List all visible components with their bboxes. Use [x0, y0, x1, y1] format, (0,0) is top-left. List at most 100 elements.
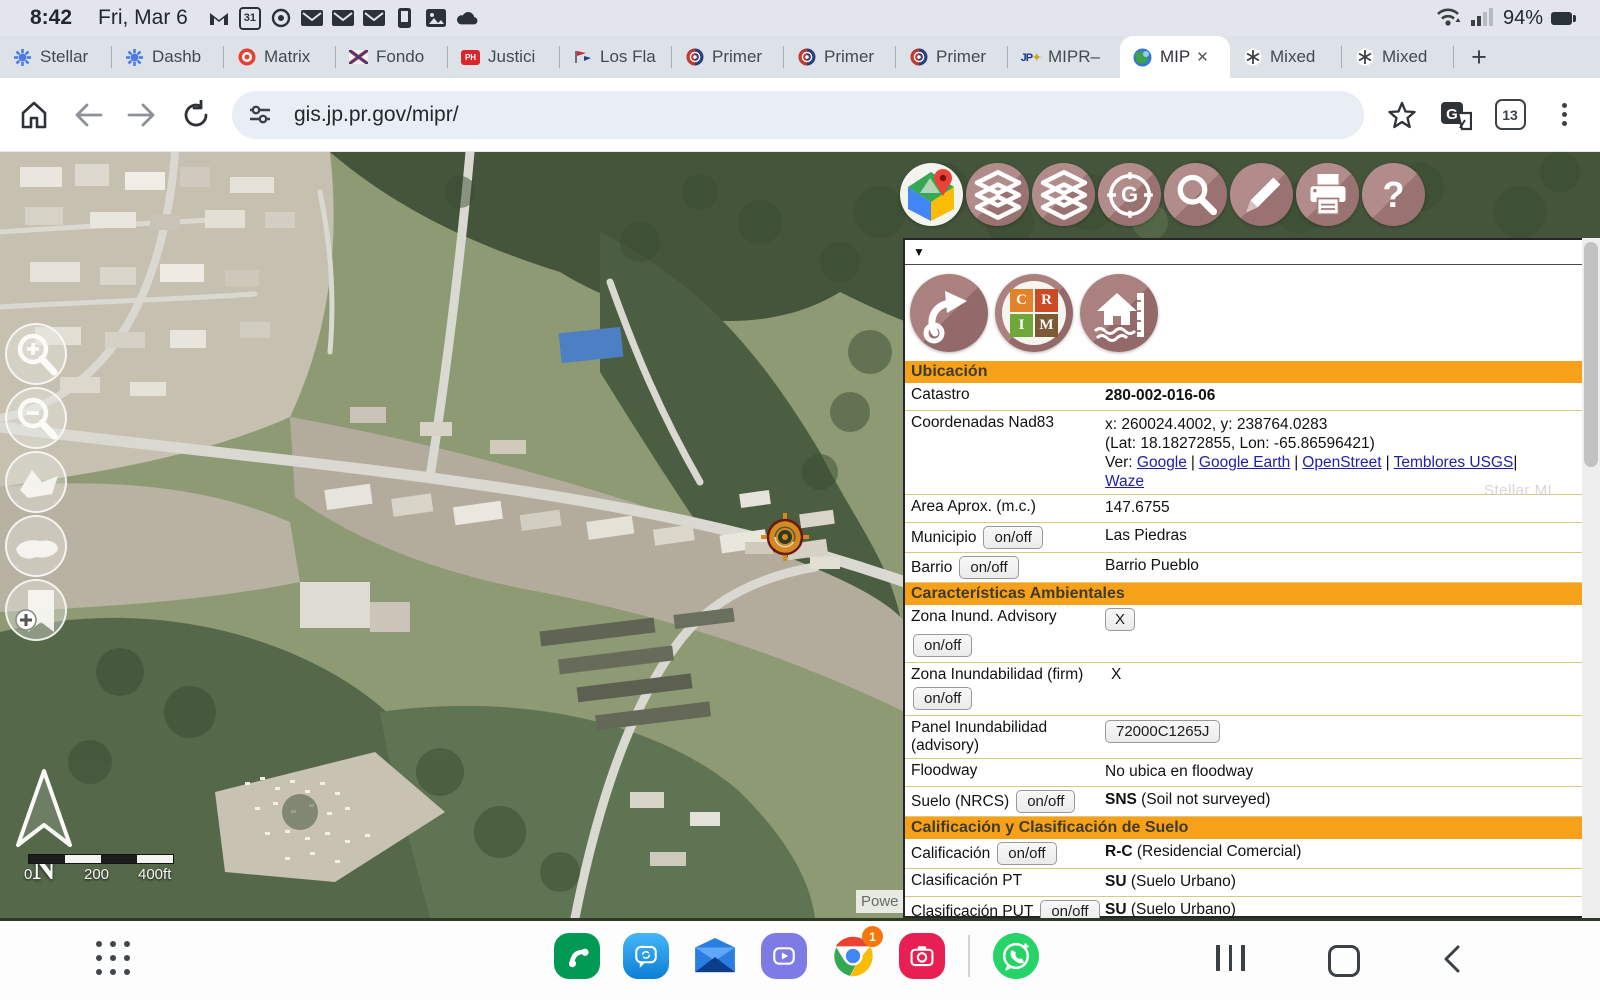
- map-area[interactable]: N 0 200 400ft Powe Stellar ML: [0, 152, 1600, 921]
- print-button[interactable]: [1296, 163, 1359, 226]
- flood-panel-button[interactable]: 72000C1265J: [1105, 720, 1220, 743]
- field-label: Barrio: [911, 559, 952, 577]
- tab-matrix[interactable]: Matrix: [224, 36, 336, 78]
- zoom-in-button[interactable]: [5, 323, 67, 385]
- municipio-toggle-button[interactable]: on/off: [983, 526, 1042, 549]
- recents-button[interactable]: [1216, 945, 1245, 971]
- jp-logo-icon: JP✦: [1021, 48, 1040, 67]
- row-calificacion: Calificación on/off R-C (Residencial Com…: [905, 839, 1582, 869]
- link-google[interactable]: Google: [1137, 454, 1187, 471]
- tab-label: Matrix: [264, 47, 310, 67]
- map-toolbar: G ?: [900, 163, 1425, 226]
- barrio-toggle-button[interactable]: on/off: [959, 556, 1018, 579]
- battery-icon: [1551, 12, 1572, 25]
- row-catastro: Catastro 280-002-016-06: [905, 383, 1582, 411]
- link-openstreet[interactable]: OpenStreet: [1302, 454, 1381, 471]
- tab-fondo[interactable]: Fondo: [336, 36, 448, 78]
- draw-tool-button[interactable]: [1230, 163, 1293, 226]
- layers-button[interactable]: [966, 163, 1029, 226]
- field-label: Floodway: [911, 762, 1105, 780]
- tab-los-fla[interactable]: Los Fla: [560, 36, 672, 78]
- tab-switcher-button[interactable]: 13: [1490, 95, 1530, 135]
- share-link-button[interactable]: [910, 274, 988, 352]
- menu-kebab-button[interactable]: [1544, 95, 1584, 135]
- section-calificacion: Calificación y Clasificación de Suelo: [905, 817, 1582, 839]
- tab-primer-1[interactable]: Primer: [672, 36, 784, 78]
- url-text[interactable]: gis.jp.pr.gov/mipr/: [294, 103, 459, 127]
- row-barrio: Barrio on/off Barrio Pueblo: [905, 553, 1582, 583]
- tab-mipr[interactable]: JP✦ MIPR–: [1008, 36, 1120, 78]
- panel-quick-links: C R I M: [905, 265, 1582, 361]
- layers-alt-button[interactable]: [1032, 163, 1095, 226]
- clasificacion-put-toggle-button[interactable]: on/off: [1040, 900, 1099, 921]
- tab-stellar[interactable]: Stellar: [0, 36, 112, 78]
- home-nav-button[interactable]: [1328, 945, 1360, 977]
- zona-firm-toggle-button[interactable]: on/off: [913, 687, 972, 710]
- tab-label: Fondo: [376, 47, 424, 67]
- pan-tool-button[interactable]: [5, 451, 67, 513]
- tab-mixed-2[interactable]: Mixed: [1342, 36, 1454, 78]
- scale-start: 0: [24, 866, 32, 883]
- full-extent-button[interactable]: [5, 515, 67, 577]
- tab-dashboard[interactable]: Dashb: [112, 36, 224, 78]
- tab-mipr-active[interactable]: MIP ✕: [1120, 36, 1230, 78]
- globe-tool-button[interactable]: G: [1098, 163, 1161, 226]
- phone-app-icon[interactable]: [554, 933, 600, 979]
- translate-button[interactable]: G: [1436, 95, 1476, 135]
- zona-advisory-value-button[interactable]: X: [1105, 608, 1135, 631]
- flag2-icon: [573, 48, 592, 67]
- panel-scrollbar[interactable]: [1582, 238, 1600, 918]
- link-temblores-usgs[interactable]: Temblores USGS: [1394, 454, 1514, 471]
- tab-mixed-1[interactable]: Mixed: [1230, 36, 1342, 78]
- flood-info-button[interactable]: [1080, 274, 1158, 352]
- browser-toolbar: gis.jp.pr.gov/mipr/ G 13: [0, 78, 1600, 152]
- field-value: Las Piedras: [1105, 526, 1582, 545]
- video-app-icon[interactable]: [761, 933, 807, 979]
- google-maps-button[interactable]: [900, 163, 963, 226]
- calificacion-toggle-button[interactable]: on/off: [997, 842, 1056, 865]
- link-waze[interactable]: Waze: [1105, 473, 1144, 490]
- messages-app-icon[interactable]: [623, 933, 669, 979]
- row-suelo: Suelo (NRCS) on/off SNS (Soil not survey…: [905, 787, 1582, 817]
- search-tool-button[interactable]: [1164, 163, 1227, 226]
- bookmark-add-button[interactable]: [5, 579, 67, 641]
- whatsapp-app-icon[interactable]: [993, 933, 1039, 979]
- field-value: X: [1111, 666, 1121, 684]
- zoom-out-button[interactable]: [5, 387, 67, 449]
- zona-advisory-toggle-button[interactable]: on/off: [913, 634, 972, 657]
- tab-label: Primer: [824, 47, 874, 67]
- site-settings-icon[interactable]: [240, 95, 280, 135]
- panel-header: ▼: [905, 240, 1582, 265]
- forward-button[interactable]: [122, 95, 162, 135]
- close-icon[interactable]: ✕: [1196, 48, 1209, 66]
- app-drawer-button[interactable]: [96, 941, 130, 975]
- field-label: Area Aprox. (m.c.): [911, 498, 1105, 516]
- camera-app-icon[interactable]: [899, 933, 945, 979]
- coords-latlon: (Lat: 18.18272855, Lon: -65.86596421): [1105, 434, 1582, 453]
- row-area: Area Aprox. (m.c.) 147.6755: [905, 495, 1582, 523]
- reload-button[interactable]: [176, 95, 216, 135]
- chrome-app-icon[interactable]: 1: [830, 933, 876, 979]
- home-button[interactable]: [14, 95, 54, 135]
- tab-primer-3[interactable]: Primer: [896, 36, 1008, 78]
- crim-logo: C R I M: [1002, 281, 1066, 345]
- bookmark-star-button[interactable]: [1382, 95, 1422, 135]
- url-bar[interactable]: gis.jp.pr.gov/mipr/: [232, 91, 1364, 139]
- scrollbar-thumb[interactable]: [1584, 242, 1598, 467]
- suelo-toggle-button[interactable]: on/off: [1016, 790, 1075, 813]
- mail-app-icon[interactable]: [692, 933, 738, 979]
- field-label: Coordenadas Nad83: [911, 414, 1105, 432]
- stellar-watermark: Stellar ML: [1484, 482, 1557, 499]
- crim-button[interactable]: C R I M: [995, 274, 1073, 352]
- tab-label: Stellar: [40, 47, 88, 67]
- tab-justicia[interactable]: PH Justici: [448, 36, 560, 78]
- back-nav-button[interactable]: [1443, 945, 1461, 978]
- field-label: Catastro: [911, 386, 1105, 404]
- battery-percentage: 94%: [1503, 7, 1543, 30]
- link-google-earth[interactable]: Google Earth: [1199, 454, 1290, 471]
- collapse-toggle[interactable]: ▼: [913, 245, 925, 259]
- help-button[interactable]: ?: [1362, 163, 1425, 226]
- tab-primer-2[interactable]: Primer: [784, 36, 896, 78]
- new-tab-button[interactable]: +: [1454, 36, 1504, 78]
- back-button[interactable]: [68, 95, 108, 135]
